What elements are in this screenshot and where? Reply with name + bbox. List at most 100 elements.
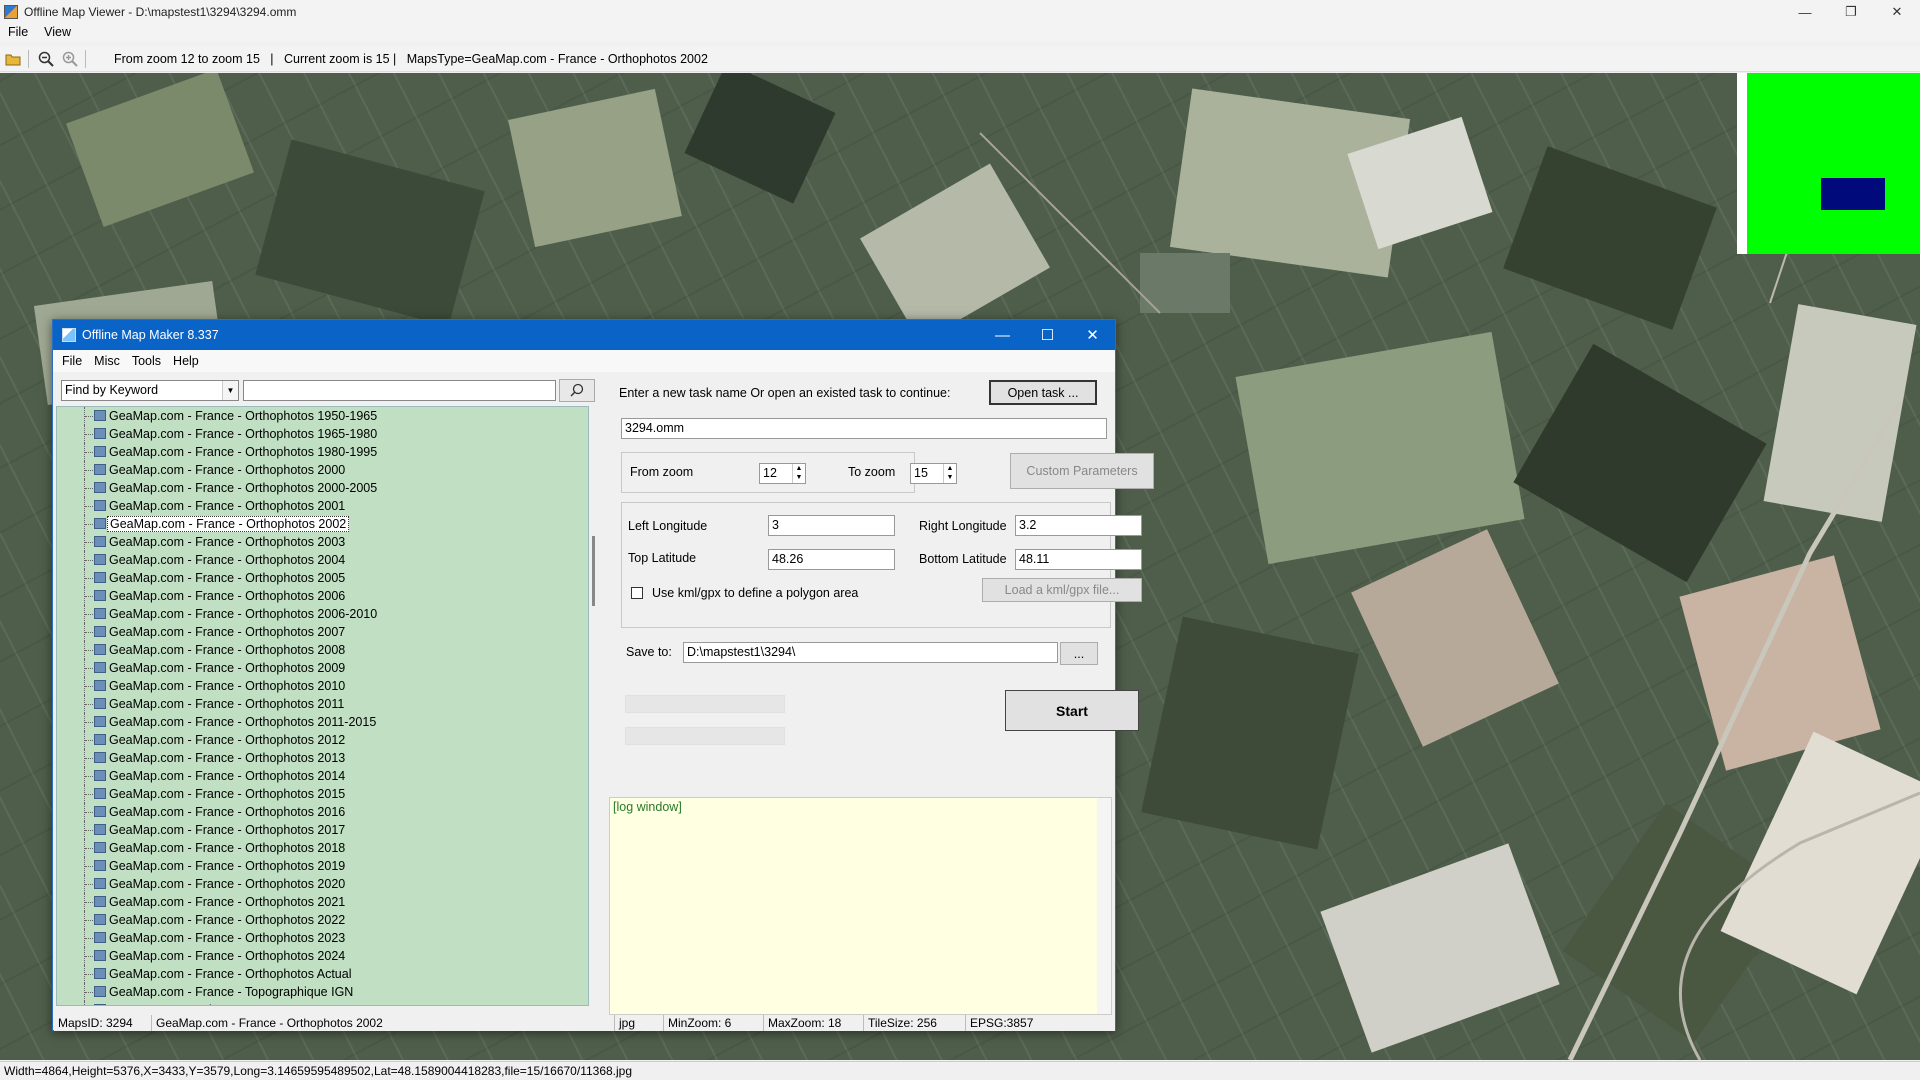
tree-item[interactable]: GeaMap.com - France - Orthophotos 2022 [57, 911, 588, 929]
menu-tools[interactable]: Tools [126, 354, 167, 368]
tree-item[interactable]: GeaMap.com - France - Orthophotos 2004 [57, 551, 588, 569]
tree-item[interactable]: GeaMap.com - France - Orthophotos 2016 [57, 803, 588, 821]
tree-item[interactable]: GeaMap.com - France - Orthophotos 2007 [57, 623, 588, 641]
tree-item[interactable]: GeaMap.com - France - Orthophotos 2013 [57, 749, 588, 767]
load-kml-button[interactable]: Load a kml/gpx file... [982, 578, 1142, 602]
tree-line [85, 776, 93, 777]
spinner-arrows-icon[interactable]: ▲ ▼ [943, 464, 956, 483]
tree-line [85, 452, 93, 453]
tree-item[interactable]: GeaMap.com - France - Orthophotos 2002 [57, 515, 588, 533]
minimap[interactable] [1737, 73, 1920, 254]
open-task-button[interactable]: Open task ... [989, 380, 1097, 405]
menu-view[interactable]: View [36, 25, 79, 39]
open-folder-icon[interactable] [2, 48, 24, 70]
tree-item-label: GeaMap.com - France - Orthophotos 2022 [109, 913, 346, 927]
tree-item[interactable]: GeaMap.com - France - Orthophotos 2003 [57, 533, 588, 551]
tree-item[interactable]: GeaMap.com - France - Orthophotos 2001 [57, 497, 588, 515]
tree-item[interactable]: GeaMap.com - France - Orthophotos 1980-1… [57, 443, 588, 461]
menu-file[interactable]: File [0, 25, 36, 39]
task-name-input[interactable]: 3294.omm [621, 418, 1107, 439]
log-window[interactable]: [log window] [609, 797, 1112, 1015]
right-longitude-input[interactable]: 3.2 [1015, 515, 1142, 536]
tree-line [85, 938, 93, 939]
menu-misc[interactable]: Misc [88, 354, 126, 368]
tree-item[interactable]: GeaMap.com - France - Orthophotos Actual [57, 965, 588, 983]
tree-item[interactable]: GeaMap.com - France - Orthophotos 1965-1… [57, 425, 588, 443]
dialog-app-icon [62, 328, 76, 342]
from-zoom-stepper[interactable]: 12 ▲ ▼ [759, 463, 806, 484]
tree-item-label: GeaMap.com - France - Orthophotos 2021 [109, 895, 346, 909]
tree-item[interactable]: GeaMap.com - France - Orthophotos 2011-2… [57, 713, 588, 731]
find-mode-select[interactable]: Find by Keyword ▼ [61, 379, 239, 401]
map-icon [94, 410, 106, 421]
minimize-icon[interactable]: — [1782, 0, 1828, 24]
tree-item[interactable]: GeaMap.com - Italy - IGM [57, 1001, 588, 1005]
custom-parameters-button[interactable]: Custom Parameters [1010, 453, 1154, 489]
dialog-titlebar: Offline Map Maker 8.337 — ☐ ✕ [53, 320, 1115, 350]
tree-item[interactable]: GeaMap.com - France - Orthophotos 2017 [57, 821, 588, 839]
restore-icon[interactable]: ❐ [1828, 0, 1874, 24]
tree-item[interactable]: GeaMap.com - France - Orthophotos 2015 [57, 785, 588, 803]
top-latitude-label: Top Latitude [628, 551, 697, 565]
chevron-down-icon[interactable]: ▼ [222, 380, 238, 400]
tree-item[interactable]: GeaMap.com - France - Orthophotos 2009 [57, 659, 588, 677]
map-source-tree[interactable]: GeaMap.com - France - Orthophotos 1950-1… [56, 406, 589, 1006]
tree-item[interactable]: GeaMap.com - France - Orthophotos 2012 [57, 731, 588, 749]
menu-help[interactable]: Help [167, 354, 205, 368]
browse-button[interactable]: ... [1060, 642, 1098, 665]
tree-item-label: GeaMap.com - France - Orthophotos 2013 [109, 751, 346, 765]
task-pane: Enter a new task name Or open an existed… [608, 372, 1154, 1015]
tree-item[interactable]: GeaMap.com - France - Orthophotos 2018 [57, 839, 588, 857]
menu-file[interactable]: File [56, 354, 88, 368]
map-icon [94, 842, 106, 853]
save-to-input[interactable]: D:\mapstest1\3294\ [683, 642, 1058, 663]
tree-item-label: GeaMap.com - France - Orthophotos 2008 [109, 643, 346, 657]
tree-item[interactable]: GeaMap.com - France - Orthophotos 2023 [57, 929, 588, 947]
tree-item[interactable]: GeaMap.com - France - Topographique IGN [57, 983, 588, 1001]
status-format: jpg [615, 1015, 664, 1031]
close-icon[interactable]: ✕ [1874, 0, 1920, 24]
tree-item[interactable]: GeaMap.com - France - Orthophotos 2006 [57, 587, 588, 605]
search-input[interactable] [243, 379, 556, 401]
map-icon [94, 554, 106, 565]
minimap-viewport[interactable] [1821, 178, 1885, 210]
map-icon [94, 500, 106, 511]
tree-line [85, 488, 93, 489]
tree-item[interactable]: GeaMap.com - France - Orthophotos 2014 [57, 767, 588, 785]
tree-item[interactable]: GeaMap.com - France - Orthophotos 1950-1… [57, 407, 588, 425]
search-button[interactable] [559, 378, 595, 402]
tree-item[interactable]: GeaMap.com - France - Orthophotos 2005 [57, 569, 588, 587]
zoom-out-icon[interactable] [35, 48, 57, 70]
tree-item[interactable]: GeaMap.com - France - Orthophotos 2011 [57, 695, 588, 713]
tree-item[interactable]: GeaMap.com - France - Orthophotos 2024 [57, 947, 588, 965]
zoom-in-icon[interactable] [59, 48, 81, 70]
left-longitude-input[interactable]: 3 [768, 515, 895, 536]
status-max-zoom: MaxZoom: 18 [764, 1015, 864, 1031]
map-icon [94, 518, 106, 529]
map-icon [94, 680, 106, 691]
start-button[interactable]: Start [1005, 690, 1139, 731]
maximize-icon[interactable]: ☐ [1025, 320, 1070, 350]
tree-item[interactable]: GeaMap.com - France - Orthophotos 2010 [57, 677, 588, 695]
tree-item[interactable]: GeaMap.com - France - Orthophotos 2019 [57, 857, 588, 875]
tree-item[interactable]: GeaMap.com - France - Orthophotos 2021 [57, 893, 588, 911]
tree-item[interactable]: GeaMap.com - France - Orthophotos 2008 [57, 641, 588, 659]
to-zoom-stepper[interactable]: 15 ▲ ▼ [910, 463, 957, 484]
tree-item[interactable]: GeaMap.com - France - Orthophotos 2006-2… [57, 605, 588, 623]
spinner-arrows-icon[interactable]: ▲ ▼ [792, 464, 805, 483]
map-icon [94, 698, 106, 709]
bottom-latitude-input[interactable]: 48.11 [1015, 549, 1142, 570]
scrollbar-thumb[interactable] [592, 536, 595, 606]
minimize-icon[interactable]: — [980, 320, 1025, 350]
status-epsg: EPSG:3857 [970, 1016, 1034, 1030]
save-to-label: Save to: [626, 645, 672, 659]
tree-item[interactable]: GeaMap.com - France - Orthophotos 2000 [57, 461, 588, 479]
log-scrollbar[interactable] [1097, 798, 1111, 1014]
kml-checkbox[interactable] [631, 587, 643, 599]
close-icon[interactable]: ✕ [1070, 320, 1115, 350]
top-latitude-input[interactable]: 48.26 [768, 549, 895, 570]
tree-scrollbar[interactable] [590, 406, 600, 1006]
viewer-statusbar: Width=4864,Height=5376,X=3433,Y=3579,Lon… [0, 1061, 1920, 1080]
tree-item[interactable]: GeaMap.com - France - Orthophotos 2020 [57, 875, 588, 893]
tree-item[interactable]: GeaMap.com - France - Orthophotos 2000-2… [57, 479, 588, 497]
